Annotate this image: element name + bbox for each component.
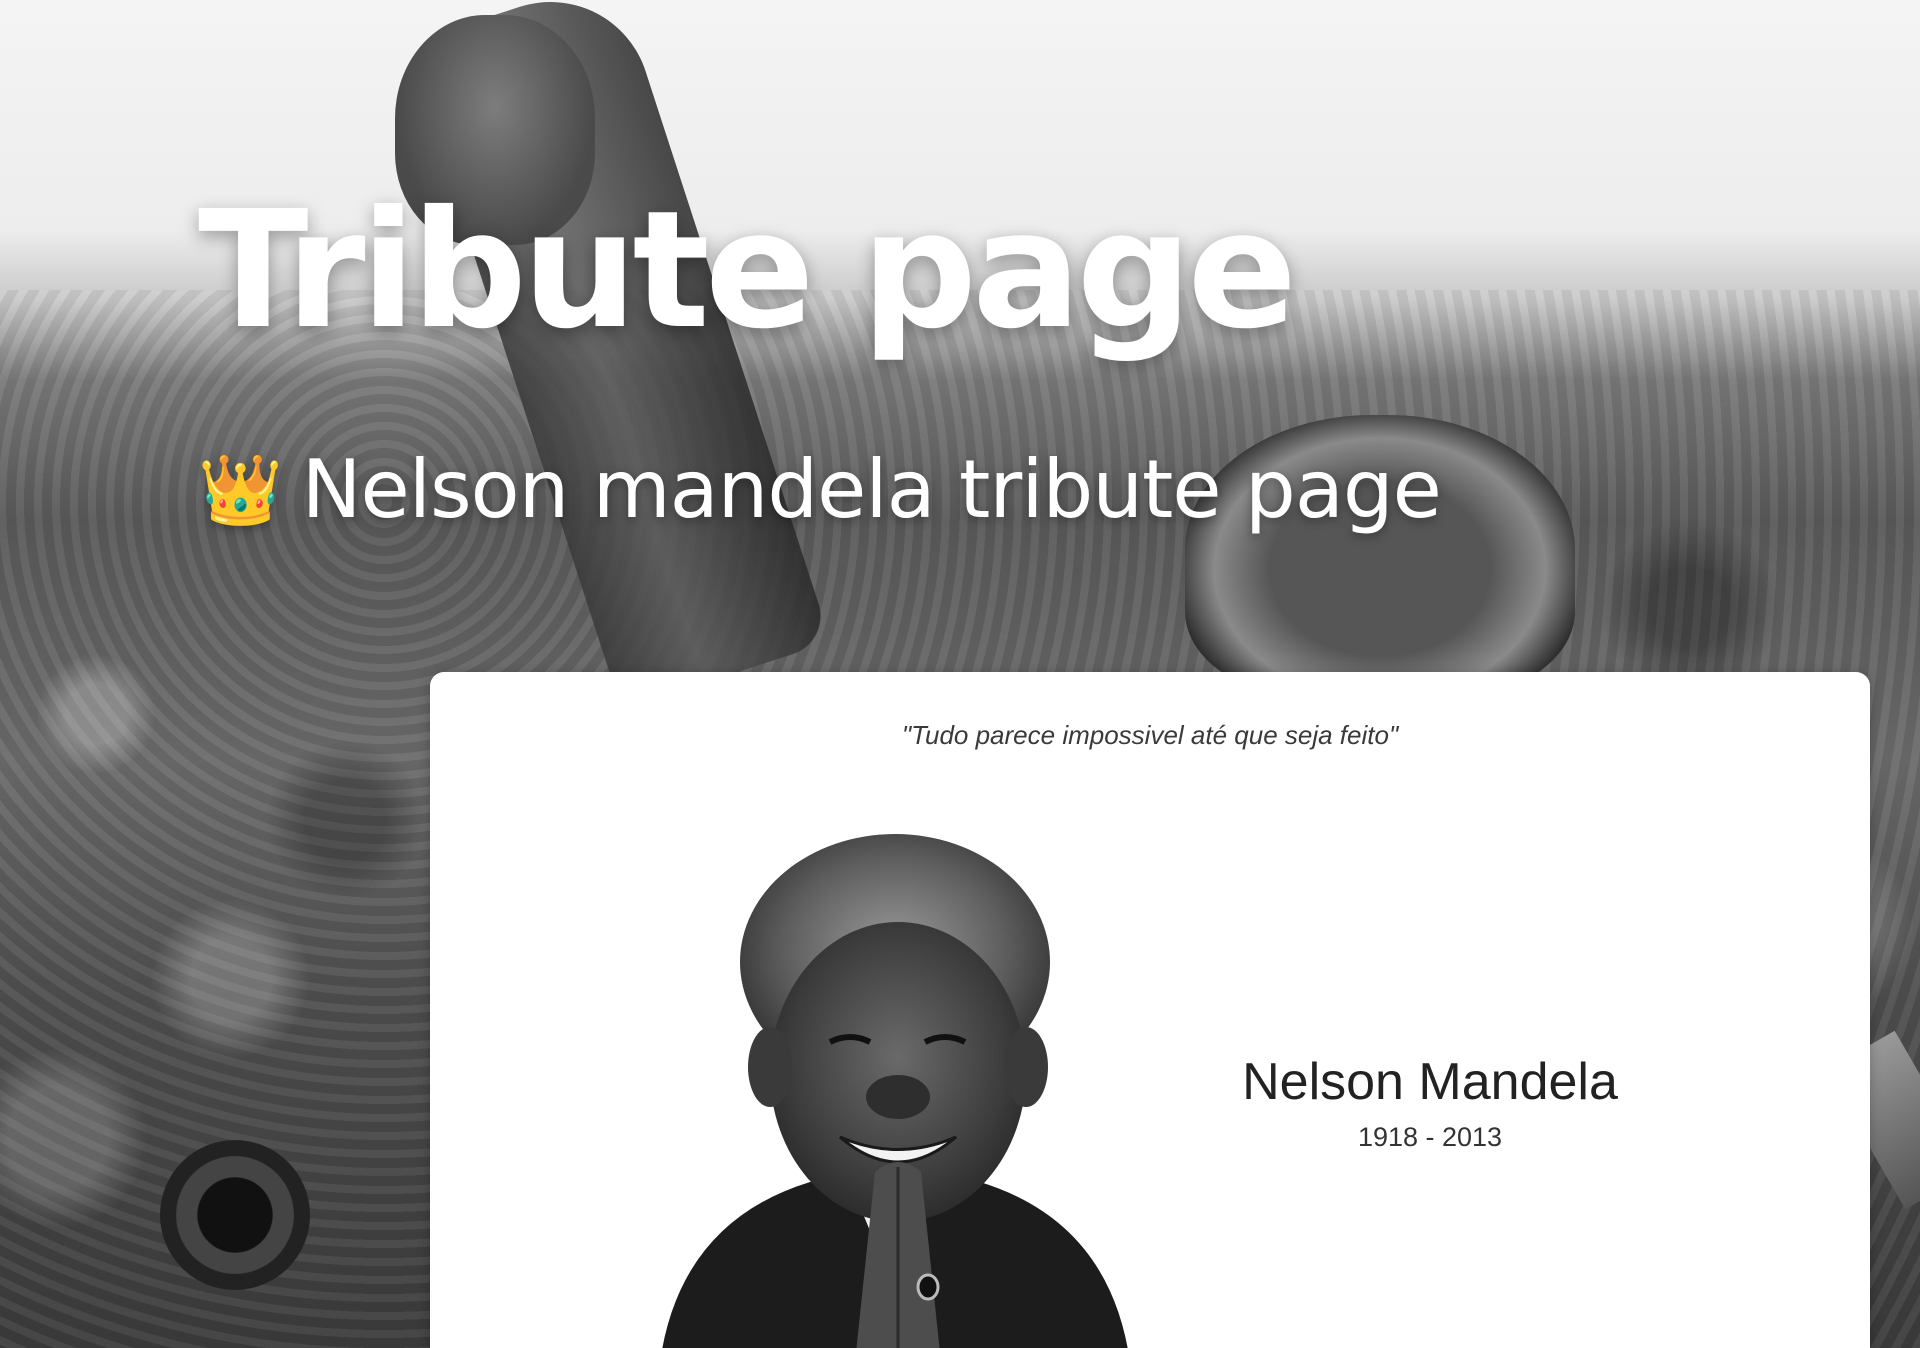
subtitle-text: Nelson mandela tribute page [301, 443, 1442, 536]
crown-icon: 👑 [198, 451, 283, 530]
tribute-card: "Tudo parece impossivel até que seja fei… [430, 672, 1870, 1348]
mandela-portrait [662, 834, 1128, 1348]
camera-lens [160, 1140, 310, 1290]
page-subtitle: 👑 Nelson mandela tribute page [198, 450, 1442, 530]
honoree-name: Nelson Mandela [1242, 1053, 1618, 1111]
honoree-lifespan: 1918 - 2013 [1357, 1122, 1503, 1152]
page-title: Tribute page [198, 177, 1297, 365]
tribute-quote: "Tudo parece impossivel até que seja fei… [901, 720, 1399, 750]
